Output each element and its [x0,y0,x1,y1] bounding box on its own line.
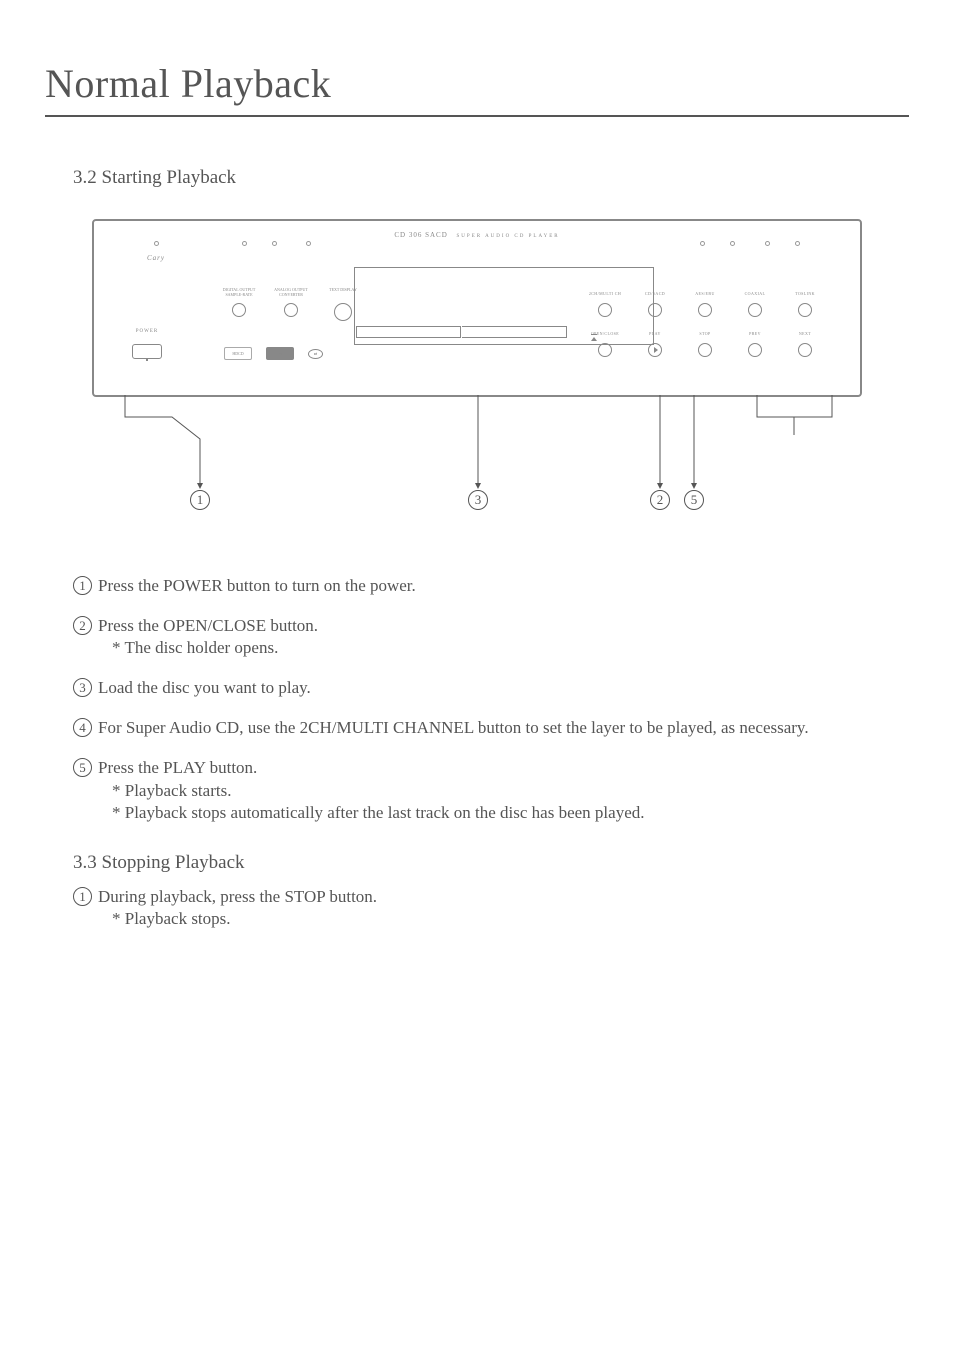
prev-button [748,343,762,357]
step-number-icon: 4 [73,718,92,737]
coaxial-label: COAXIAL [738,291,772,299]
step-number-icon: 2 [73,616,92,635]
instructions-3-3: 1 During playback, press the STOP button… [73,886,889,930]
step-body: Press the PLAY button. * Playback starts… [98,757,889,823]
step-number-icon: 1 [73,887,92,906]
text-display-button [334,303,352,321]
step-text: During playback, press the STOP button. [98,886,889,908]
step-sub: * Playback stops. [112,908,889,930]
format-icon: ⇄ [308,349,323,359]
callout-5: 5 [684,490,704,510]
power-area: POWER [132,329,162,359]
play-button [648,343,662,357]
instructions-3-2: 1 Press the POWER button to turn on the … [73,575,889,824]
analog-output-button [284,303,298,317]
screw-icon [700,241,705,246]
screw-icon [272,241,277,246]
toslink-label: TOSLINK [788,291,822,299]
stop-button [698,343,712,357]
section-3-2-heading: 3.2 Starting Playback [73,167,909,189]
right-top-button-group: 2CH/MULTI CH CD/SACD AES/EBU COAXIAL TOS… [588,291,822,317]
disc-tray-left [356,326,461,338]
digital-output-label: DIGITAL OUTPUT SAMPLE-RATE [222,287,256,299]
aesebu-button [698,303,712,317]
cdsacd-label: CD/SACD [638,291,672,299]
product-subtitle: SUPER AUDIO CD PLAYER [457,234,560,239]
disc-tray-right [462,326,567,338]
step-body: Press the OPEN/CLOSE button. * The disc … [98,615,889,659]
step-item: 5 Press the PLAY button. * Playback star… [73,757,889,823]
step-body: Load the disc you want to play. [98,677,889,699]
page-title: Normal Playback [45,60,909,117]
product-title: CD 306 SACD SUPER AUDIO CD PLAYER [94,231,860,239]
callout-3: 3 [468,490,488,510]
coaxial-button [748,303,762,317]
play-label: PLAY [638,331,672,339]
step-number-icon: 3 [73,678,92,697]
step-item: 2 Press the OPEN/CLOSE button. * The dis… [73,615,889,659]
multich-label: 2CH/MULTI CH [588,291,622,299]
step-number-icon: 5 [73,758,92,777]
dts-logo: dts [266,347,294,360]
step-text: Press the POWER button to turn on the po… [98,575,889,597]
power-button [132,344,162,359]
analog-output-label: ANALOG OUTPUT CONVERTER [274,287,308,299]
product-name: CD 306 SACD [394,231,447,239]
step-text: For Super Audio CD, use the 2CH/MULTI CH… [98,717,889,739]
screw-icon [730,241,735,246]
brand-logo: Cary [134,254,178,268]
toslink-button [798,303,812,317]
step-text: Press the OPEN/CLOSE button. [98,615,889,637]
step-item: 4 For Super Audio CD, use the 2CH/MULTI … [73,717,889,739]
callout-2: 2 [650,490,670,510]
screw-icon [306,241,311,246]
step-item: 3 Load the disc you want to play. [73,677,889,699]
step-text: Load the disc you want to play. [98,677,889,699]
aesebu-label: AES/EBU [688,291,722,299]
step-body: Press the POWER button to turn on the po… [98,575,889,597]
screw-icon [795,241,800,246]
screw-icon [154,241,159,246]
openclose-button [598,343,612,357]
step-item: 1 During playback, press the STOP button… [73,886,889,930]
step-item: 1 Press the POWER button to turn on the … [73,575,889,597]
device-diagram: CD 306 SACD SUPER AUDIO CD PLAYER Cary P… [92,219,862,515]
front-panel: CD 306 SACD SUPER AUDIO CD PLAYER Cary P… [92,219,862,397]
step-number-icon: 1 [73,576,92,595]
step-sub: * The disc holder opens. [112,637,889,659]
step-body: For Super Audio CD, use the 2CH/MULTI CH… [98,717,889,739]
step-text: Press the PLAY button. [98,757,889,779]
screw-icon [242,241,247,246]
callout-lines: 1 3 2 5 [92,395,862,515]
hdcd-logo: HDCD [224,347,252,360]
section-3-3-heading: 3.3 Stopping Playback [73,852,909,874]
stop-label: STOP [688,331,722,339]
digital-output-button [232,303,246,317]
power-label: POWER [132,329,162,334]
next-label: NEXT [788,331,822,339]
callout-1: 1 [190,490,210,510]
step-sub: * Playback stops automatically after the… [112,802,889,824]
settings-button-group: DIGITAL OUTPUT SAMPLE-RATE ANALOG OUTPUT… [222,287,360,321]
step-body: During playback, press the STOP button. … [98,886,889,930]
next-button [798,343,812,357]
screw-icon [765,241,770,246]
step-sub: * Playback starts. [112,780,889,802]
prev-label: PREV [738,331,772,339]
right-bottom-button-group: OPEN/CLOSE PLAY STOP PREV NEXT [588,331,822,357]
multich-button [598,303,612,317]
format-logos: HDCD dts ⇄ [224,347,323,360]
cdsacd-button [648,303,662,317]
